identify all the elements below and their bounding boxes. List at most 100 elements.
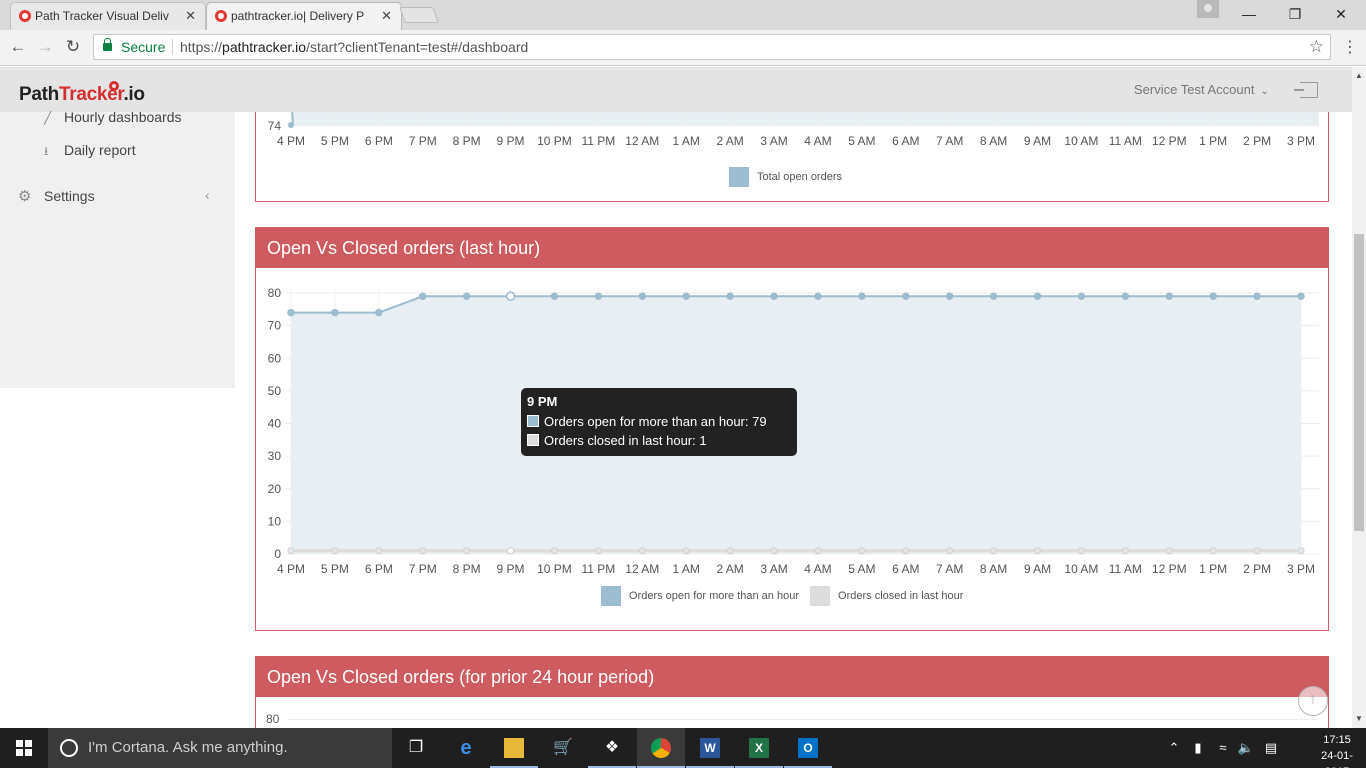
chevron-down-icon: ⌄ [1260, 86, 1269, 97]
action-center-icon[interactable]: ▤ [1260, 728, 1282, 768]
legend-item-total-open[interactable]: Total open orders [729, 167, 842, 187]
reload-icon[interactable]: ↻ [61, 36, 85, 58]
series-open-point [462, 292, 471, 301]
series-open-point [726, 292, 734, 301]
bookmark-star-icon[interactable]: ☆ [1309, 35, 1324, 59]
scroll-up-icon[interactable]: ▲ [1352, 69, 1366, 83]
edge-icon[interactable]: e [442, 728, 490, 768]
tooltip-swatch [527, 434, 539, 446]
y-tick-label: 40 [268, 417, 282, 431]
pathtracker-favicon-icon [19, 10, 31, 22]
back-to-top-button[interactable]: ↑ [1298, 686, 1328, 716]
x-tick-label: 5 AM [848, 134, 875, 148]
pathtracker-logo[interactable]: PathTracker.io [19, 84, 145, 106]
profile-icon[interactable] [1197, 0, 1219, 18]
battery-icon[interactable]: ▮ [1188, 728, 1208, 768]
sidebar-item-label: Settings [44, 188, 95, 204]
series-closed-point [419, 547, 427, 555]
y-tick-label: 80 [268, 286, 282, 300]
panel-open-vs-closed-prior-24h: Open Vs Closed orders (for prior 24 hour… [255, 656, 1329, 728]
location-pin-icon [109, 81, 119, 91]
account-dropdown[interactable]: Service Test Account ⌄ [1134, 82, 1269, 97]
series-open-point [1165, 292, 1174, 301]
scroll-thumb[interactable] [1354, 234, 1364, 531]
x-tick-label: 5 PM [321, 134, 349, 148]
address-bar[interactable]: Secure https://pathtracker.io/start?clie… [93, 34, 1331, 60]
series-closed-point [858, 547, 866, 555]
legend-item-closed[interactable]: Orders closed in last hour [810, 586, 963, 606]
x-tick-label: 10 PM [537, 562, 572, 576]
tab-title: pathtracker.io| Delivery P [231, 9, 365, 23]
legend-swatch [601, 586, 621, 606]
restore-icon[interactable]: ❐ [1272, 0, 1318, 28]
task-view-icon[interactable]: ❐ [392, 728, 440, 768]
url-divider [172, 39, 173, 55]
browser-tab-1[interactable]: Path Tracker Visual Deliv ✕ [10, 2, 206, 30]
url-text: https://pathtracker.io/start?clientTenan… [180, 35, 528, 59]
series-open-point [814, 292, 822, 301]
series-open-point [1253, 292, 1261, 301]
x-tick-label: 9 AM [1024, 134, 1051, 148]
cortana-search-box[interactable]: I'm Cortana. Ask me anything. [48, 728, 392, 768]
x-tick-label: 4 PM [277, 562, 305, 576]
new-tab-button[interactable] [399, 7, 439, 23]
excel-icon[interactable]: X [735, 728, 783, 768]
browser-menu-icon[interactable]: ⋮ [1340, 38, 1360, 58]
chevron-up-icon[interactable]: ⌃ [1164, 728, 1184, 768]
scroll-down-icon[interactable]: ▼ [1352, 712, 1366, 726]
panel-open-vs-closed-last-hour: Open Vs Closed orders (last hour) 0 10 20 3… [255, 227, 1329, 631]
url-path: /start?clientTenant=test#/dashboard [306, 39, 529, 55]
chrome-icon[interactable] [637, 728, 685, 768]
series-open-point [858, 292, 866, 301]
x-tick-label: 9 PM [497, 562, 525, 576]
volume-icon[interactable]: 🔈 [1236, 728, 1256, 768]
x-tick-label: 3 AM [760, 562, 787, 576]
series-closed-point [507, 547, 515, 555]
tab-close-icon[interactable]: ✕ [185, 3, 196, 29]
system-clock[interactable]: 17:15 24-01-2017 [1312, 732, 1362, 780]
series-closed-point [1121, 547, 1129, 555]
start-button[interactable] [0, 728, 48, 768]
clock-time: 17:15 [1323, 734, 1351, 746]
series-closed-point [1034, 547, 1042, 555]
outlook-icon[interactable]: O [784, 728, 832, 768]
legend-label: Total open orders [757, 170, 842, 183]
dropbox-icon[interactable]: ❖ [588, 728, 636, 768]
tooltip-text: Orders open for more than an hour: 79 [544, 414, 767, 429]
browser-tab-2[interactable]: pathtracker.io| Delivery P ✕ [206, 2, 402, 30]
legend-label: Orders closed in last hour [838, 589, 964, 602]
legend-item-open[interactable]: Orders open for more than an hour [601, 586, 799, 606]
sidebar-item-hourly-dashboards[interactable]: ╱ Hourly dashboards [44, 109, 182, 125]
wifi-icon[interactable]: ≈ [1212, 728, 1234, 768]
sidebar-item-settings[interactable]: ⚙ Settings [18, 187, 95, 205]
back-arrow-icon[interactable]: ← [6, 36, 30, 58]
app-header: PathTracker.io Service Test Account ⌄ [0, 67, 1352, 112]
sidebar-item-daily-report[interactable]: ⭳ Daily report [44, 142, 136, 163]
word-icon[interactable]: W [686, 728, 734, 768]
window-close-icon[interactable]: ✕ [1318, 0, 1364, 28]
file-explorer-icon[interactable] [490, 728, 538, 768]
minimize-icon[interactable]: — [1226, 0, 1272, 28]
x-tick-label: 2 PM [1243, 134, 1271, 148]
store-icon[interactable]: 🛒 [539, 728, 587, 768]
series-open-point [1033, 292, 1042, 301]
forward-arrow-icon[interactable]: → [33, 36, 57, 58]
series-open-point [505, 291, 516, 302]
logout-icon[interactable] [1294, 82, 1318, 98]
sidebar: ╱ Hourly dashboards ⭳ Daily report ⚙ Settin… [0, 109, 235, 388]
series-open-point [682, 292, 690, 301]
x-tick-label: 8 AM [980, 134, 1007, 148]
x-tick-label: 3 PM [1287, 134, 1315, 148]
chevron-left-icon[interactable]: ‹ [205, 187, 210, 203]
series-open-point [594, 292, 603, 301]
cortana-placeholder: I'm Cortana. Ask me anything. [88, 739, 288, 756]
series-closed-point [287, 547, 295, 555]
series-open-point [550, 292, 559, 301]
tab-close-icon[interactable]: ✕ [381, 3, 392, 29]
line-chart-icon: ╱ [44, 111, 52, 125]
tooltip-title: 9 PM [527, 394, 558, 409]
page-scrollbar[interactable]: ▲ ▼ [1352, 67, 1366, 728]
tooltip-swatch [527, 415, 539, 427]
y-tick-label: 20 [268, 482, 282, 496]
chart-legend: Orders open for more than an hour Orders… [601, 586, 971, 606]
